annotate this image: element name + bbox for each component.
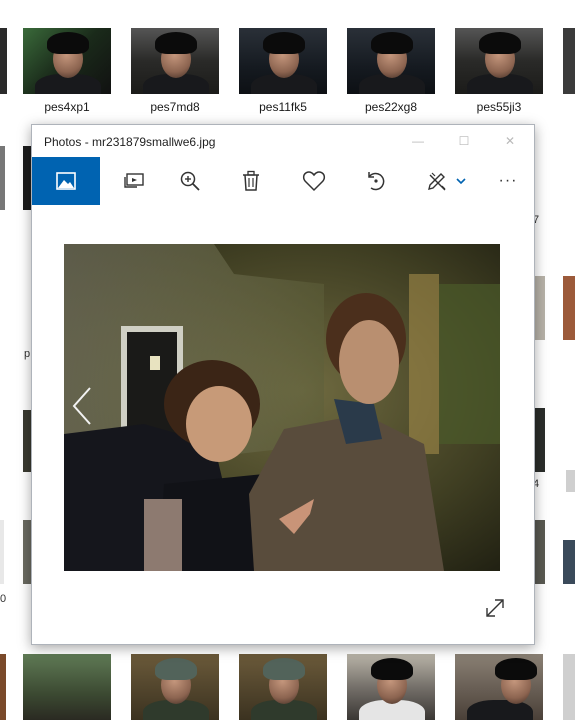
edit-pencil-icon — [428, 172, 446, 191]
thumbnail-image — [455, 28, 543, 94]
thumbnail-image — [239, 654, 327, 720]
thumbnail-label: pes11fk5 — [259, 100, 307, 114]
image-icon — [56, 172, 76, 190]
thumbnail-bottom-1[interactable] — [23, 654, 111, 720]
thumbnail-label: pes4xp1 — [44, 100, 90, 114]
fullscreen-icon[interactable] — [484, 597, 506, 619]
title-bar[interactable]: Photos - mr231879smallwe6.jpg — ☐ ✕ — [32, 125, 534, 157]
thumbnail-edge-right[interactable] — [563, 540, 575, 584]
photos-window[interactable]: Photos - mr231879smallwe6.jpg — ☐ ✕ ··· — [31, 124, 535, 645]
thumbnail-pes55ji3[interactable] — [455, 28, 543, 94]
thumbnail-label: pes55ji3 — [476, 100, 522, 114]
toolbar: ··· — [32, 157, 534, 205]
photo-content — [64, 244, 500, 571]
thumbnail-edge-left[interactable] — [23, 520, 31, 584]
thumbnail-bottom-4[interactable] — [347, 654, 435, 720]
photo-viewer[interactable] — [32, 205, 534, 643]
thumbnail-edge-right[interactable] — [566, 470, 575, 492]
view-photo-button[interactable] — [32, 157, 100, 205]
close-button[interactable]: ✕ — [496, 131, 524, 151]
maximize-button[interactable]: ☐ — [450, 131, 478, 151]
thumbnail-pes11fk5[interactable] — [239, 28, 327, 94]
thumbnail-edge-right-bottom[interactable] — [563, 654, 575, 720]
thumbnail-pes7md8[interactable] — [131, 28, 219, 94]
trash-icon — [243, 170, 259, 191]
delete-button[interactable] — [227, 157, 275, 205]
more-icon: ··· — [498, 172, 518, 189]
rotate-button[interactable] — [352, 157, 400, 205]
window-title: Photos - mr231879smallwe6.jpg — [44, 135, 216, 149]
thumbnail-edge-left[interactable] — [23, 410, 31, 472]
thumbnail-image — [131, 654, 219, 720]
thumbnail-image — [455, 654, 543, 720]
thumbnail-fragment-label: p — [24, 348, 31, 360]
thumbnail-edge-right-top[interactable] — [563, 28, 575, 94]
more-button[interactable]: ··· — [484, 157, 532, 205]
thumbnail-label: pes7md8 — [150, 100, 200, 114]
thumbnail-edge-left[interactable] — [0, 146, 5, 210]
thumbnail-label: pes22xg8 — [364, 100, 418, 114]
rotate-icon — [368, 172, 385, 191]
thumbnail-edge-left-top[interactable] — [0, 28, 7, 94]
zoom-button[interactable] — [166, 157, 214, 205]
thumbnail-bottom-3[interactable] — [239, 654, 327, 720]
thumbnail-edge-left-bottom[interactable] — [0, 654, 6, 720]
chevron-down-icon — [456, 178, 466, 185]
thumbnail-pes22xg8[interactable] — [347, 28, 435, 94]
thumbnail-bottom-5[interactable] — [455, 654, 543, 720]
slideshow-icon — [124, 173, 144, 188]
minimize-button[interactable]: — — [404, 131, 432, 151]
thumbnail-image — [347, 28, 435, 94]
favorite-button[interactable] — [290, 157, 338, 205]
thumbnail-fragment-label: 0 — [0, 593, 7, 605]
photo-image[interactable] — [64, 244, 500, 571]
thumbnail-image — [347, 654, 435, 720]
thumbnail-image — [239, 28, 327, 94]
thumbnail-pes4xp1[interactable] — [23, 28, 111, 94]
thumbnail-edge-right[interactable] — [563, 276, 575, 340]
chevron-left-icon[interactable] — [68, 384, 96, 428]
thumbnail-image — [23, 654, 111, 720]
thumbnail-edge-left[interactable] — [23, 146, 31, 210]
zoom-icon — [180, 171, 200, 191]
slideshow-button[interactable] — [110, 157, 158, 205]
thumbnail-bottom-2[interactable] — [131, 654, 219, 720]
thumbnail-edge-left[interactable] — [0, 520, 4, 584]
heart-icon — [302, 171, 326, 192]
edit-create-button[interactable] — [416, 157, 476, 205]
thumbnail-image — [131, 28, 219, 94]
thumbnail-image — [23, 28, 111, 94]
